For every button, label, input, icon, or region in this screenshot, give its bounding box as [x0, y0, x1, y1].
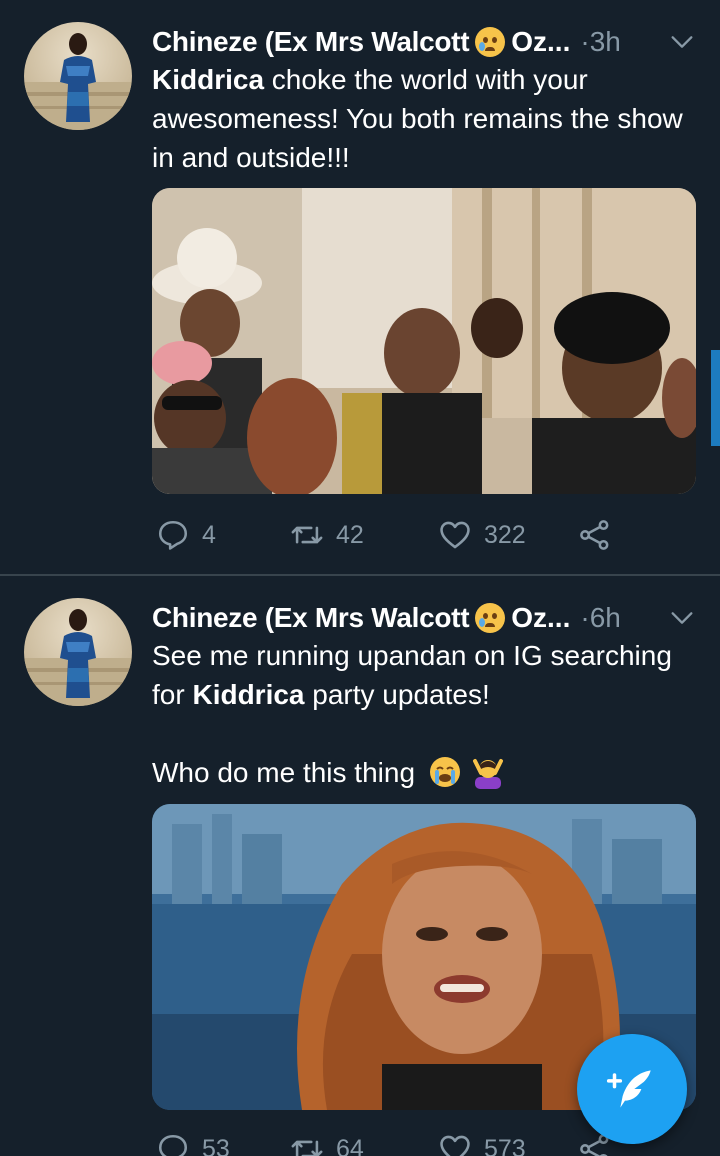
reply-count: 4	[202, 520, 216, 549]
like-button[interactable]: 322	[438, 515, 526, 555]
share-icon	[580, 520, 609, 550]
tweet-body-end: party updates!	[304, 679, 490, 710]
chevron-down-icon[interactable]	[668, 604, 696, 632]
tweet-photo[interactable]	[152, 188, 696, 494]
like-button[interactable]: 573	[438, 1129, 526, 1156]
author-avatar[interactable]	[24, 22, 132, 130]
chevron-down-icon[interactable]	[668, 28, 696, 56]
reply-icon	[158, 520, 188, 550]
share-button[interactable]	[578, 515, 612, 555]
reply-count: 53	[202, 1134, 230, 1156]
heart-icon	[440, 521, 470, 549]
retweet-icon	[291, 1140, 323, 1156]
like-count: 573	[484, 1134, 526, 1156]
retweet-count: 42	[336, 520, 364, 549]
separator-dot: ·	[580, 26, 590, 57]
author-avatar[interactable]	[24, 598, 132, 706]
tweet-text: Kiddrica choke the world with your aweso…	[152, 60, 696, 177]
person-gesturing-no-emoji	[472, 759, 503, 789]
retweet-icon	[291, 526, 323, 544]
like-count: 322	[484, 520, 526, 549]
reply-button[interactable]: 4	[156, 515, 216, 555]
crying-face-emoji	[475, 27, 506, 57]
author-name[interactable]: Chineze (Ex Mrs Walcott	[152, 26, 470, 58]
crying-face-emoji	[475, 603, 506, 633]
tweet-body-line2: Who do me this thing	[152, 757, 416, 788]
reply-button[interactable]: 53	[156, 1129, 230, 1156]
tweet-header: Chineze (Ex Mrs Walcott Oz... ·6h	[152, 598, 696, 638]
separator-dot: ·	[580, 602, 590, 633]
mention-bold[interactable]: Kiddrica	[152, 64, 264, 95]
tweet-1[interactable]: Chineze (Ex Mrs Walcott Oz... ·3h Kiddri…	[0, 0, 720, 575]
reply-icon	[158, 1134, 188, 1156]
tweet-header: Chineze (Ex Mrs Walcott Oz... ·3h	[152, 22, 696, 62]
mention-bold[interactable]: Kiddrica	[192, 679, 304, 710]
tweet-time[interactable]: 6h	[590, 602, 621, 633]
author-name-truncated[interactable]: Oz...	[511, 26, 570, 58]
tweet-time[interactable]: 3h	[590, 26, 621, 57]
compose-tweet-icon	[606, 1070, 651, 1108]
loudly-crying-face-emoji	[429, 757, 460, 787]
retweet-button[interactable]: 64	[290, 1129, 364, 1156]
compose-tweet-button[interactable]	[577, 1034, 687, 1144]
timeline-feed[interactable]: Chineze (Ex Mrs Walcott Oz... ·3h Kiddri…	[0, 0, 720, 1156]
author-name[interactable]: Chineze (Ex Mrs Walcott	[152, 602, 470, 634]
tweet-actions: 4 42 322	[152, 515, 696, 555]
retweet-count: 64	[336, 1134, 364, 1156]
scrollbar-thumb[interactable]	[711, 350, 720, 446]
retweet-button[interactable]: 42	[290, 515, 364, 555]
author-name-truncated[interactable]: Oz...	[511, 602, 570, 634]
heart-icon	[440, 1135, 470, 1156]
tweet-text: See me running upandan on IG searching f…	[152, 636, 696, 792]
